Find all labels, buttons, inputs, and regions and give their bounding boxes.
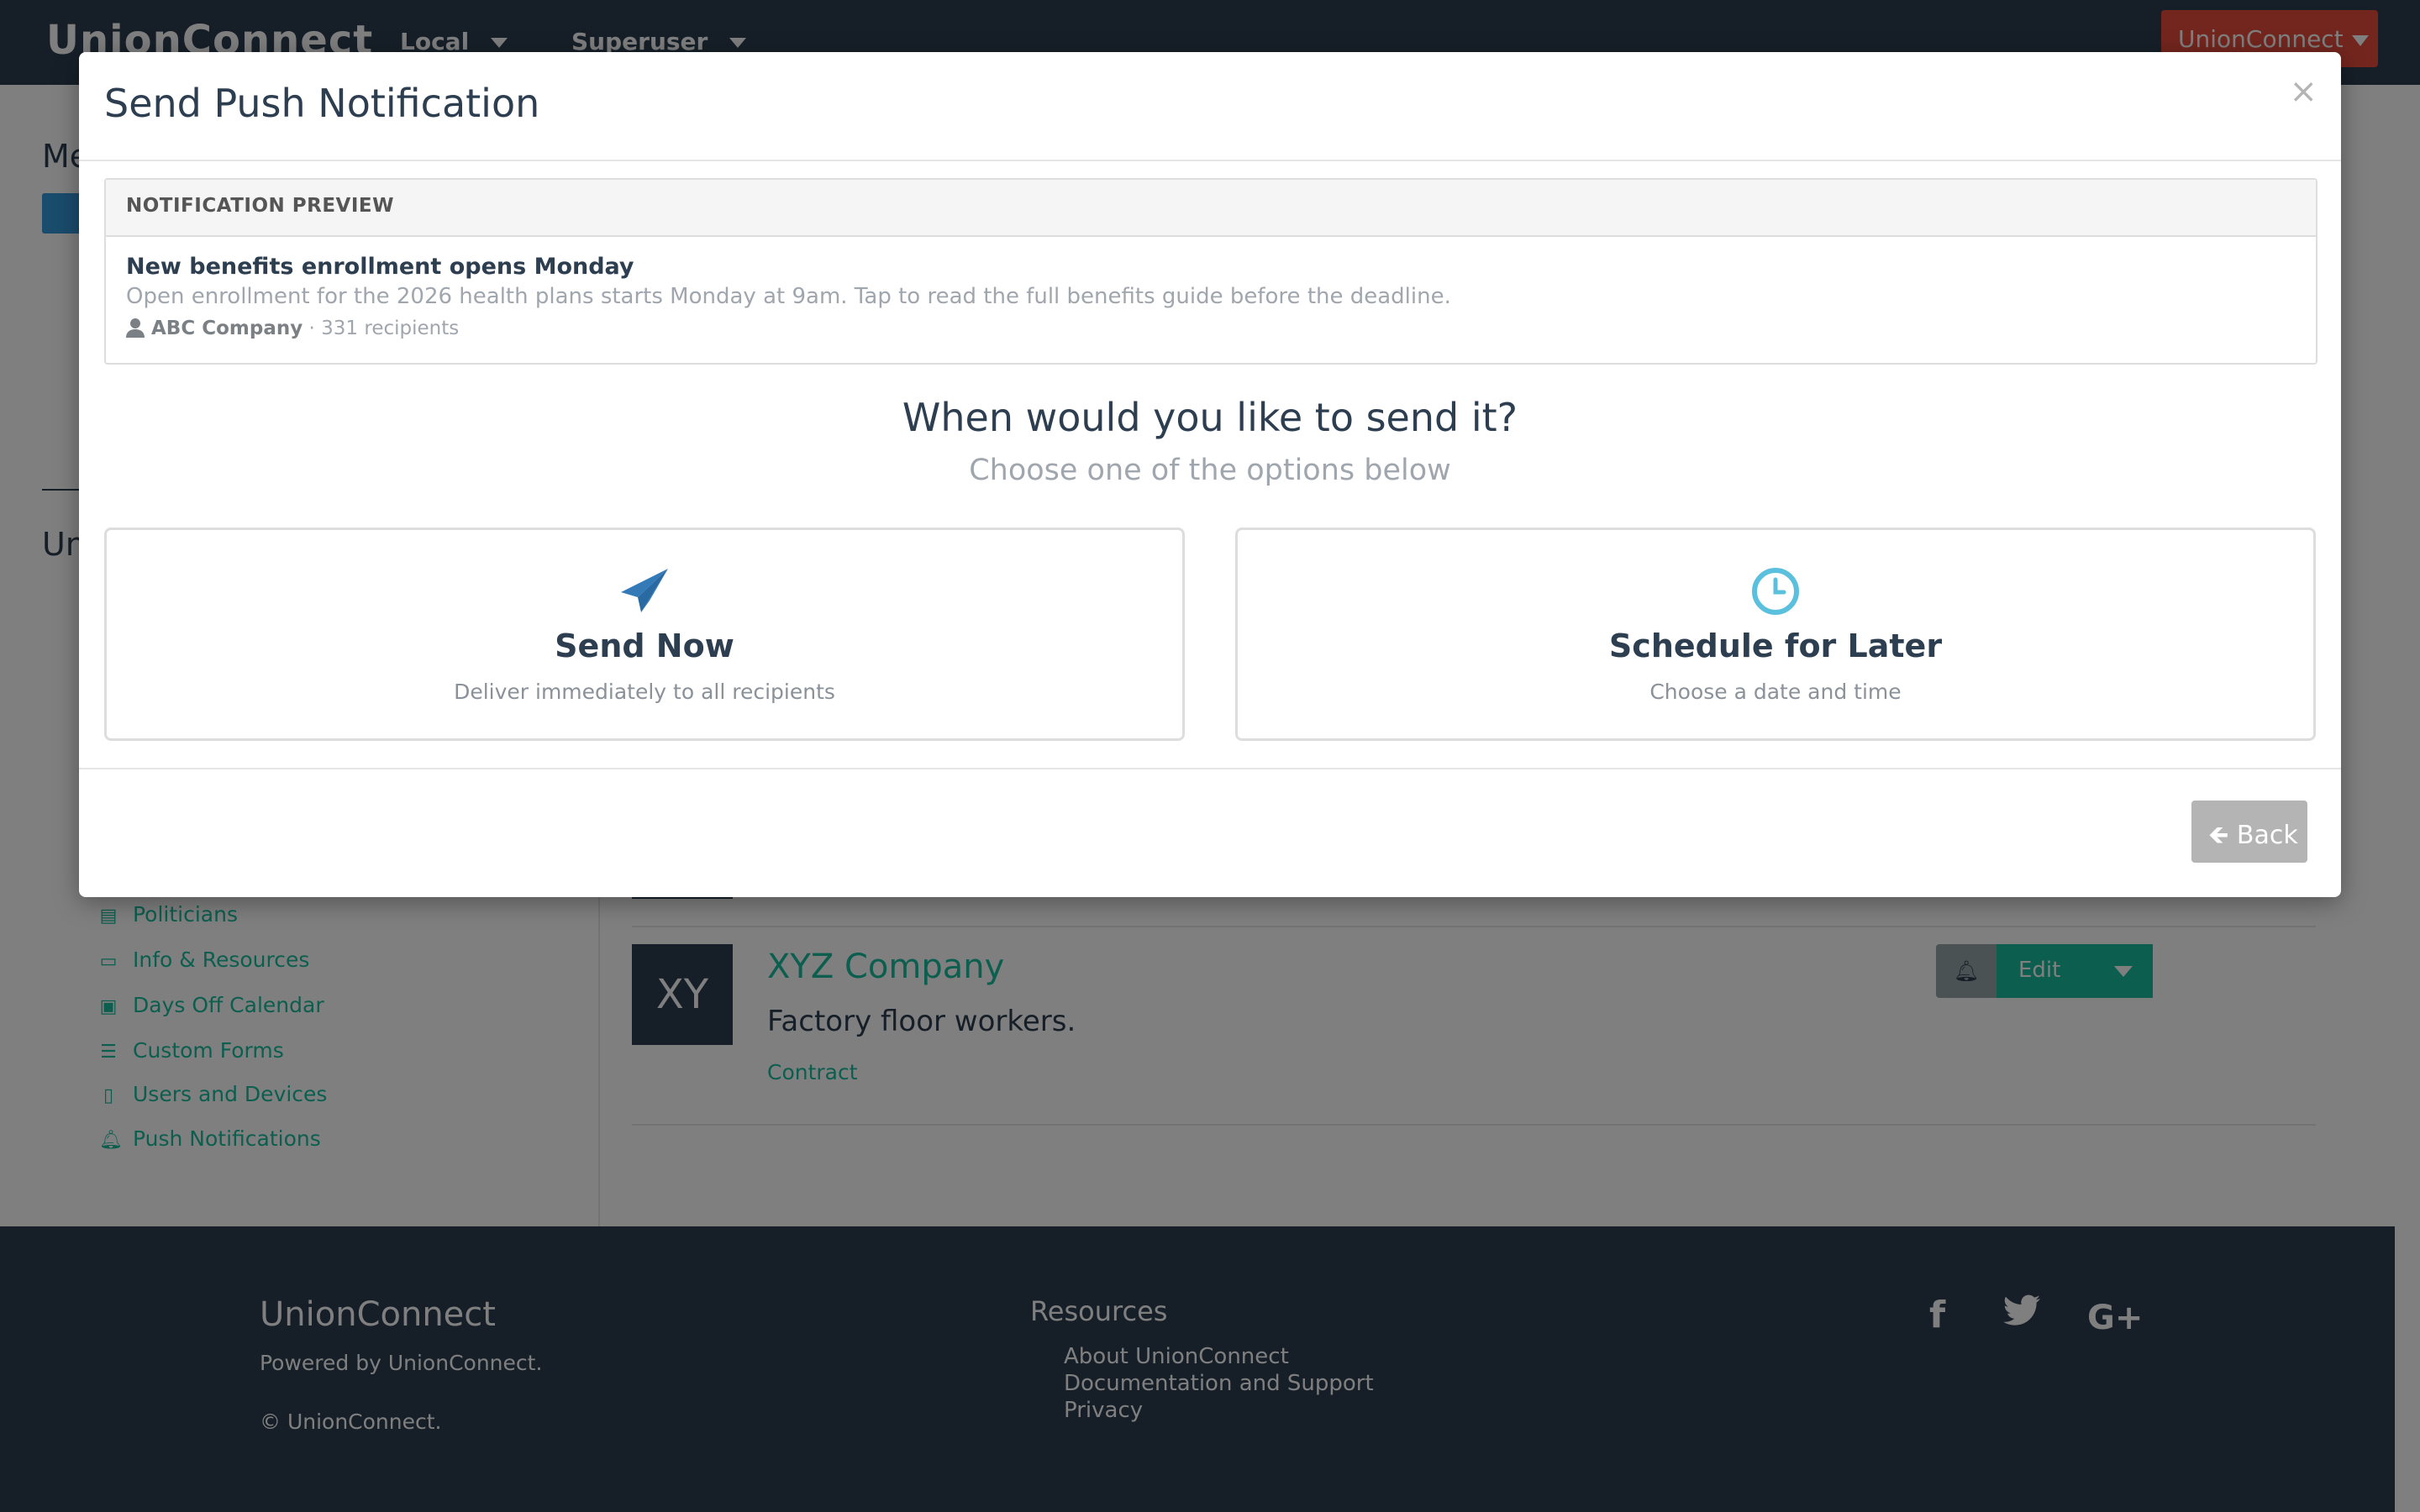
person-icon [126, 318, 145, 343]
notification-recipient-count: · 331 recipients [308, 318, 460, 339]
send-timing-question: When would you like to send it? [902, 395, 1518, 440]
send-now-label: Send Now [555, 627, 734, 664]
notification-preview-body: Open enrollment for the 2026 health plan… [126, 284, 1451, 309]
send-push-notification-modal: Send Push Notification × NOTIFICATION PR… [79, 52, 2341, 897]
back-button[interactable]: 🡸 Back [2191, 801, 2307, 863]
notification-preview-panel: NOTIFICATION PREVIEW New benefits enroll… [104, 178, 2317, 365]
send-now-option[interactable]: Send Now Deliver immediately to all reci… [104, 528, 1185, 741]
notification-preview-title: New benefits enrollment opens Monday [126, 254, 634, 280]
back-button-label: Back [2236, 821, 2298, 850]
close-icon[interactable]: × [2289, 72, 2317, 111]
notification-preview-header: NOTIFICATION PREVIEW [106, 180, 2316, 237]
send-now-description: Deliver immediately to all recipients [454, 680, 835, 704]
clock-icon [1238, 567, 2313, 617]
arrow-left-icon: 🡸 [2208, 821, 2237, 850]
send-timing-subtitle: Choose one of the options below [969, 454, 1451, 487]
notification-preview-audience: ABC Company · 331 recipients [126, 318, 459, 343]
schedule-later-option[interactable]: Schedule for Later Choose a date and tim… [1235, 528, 2316, 741]
paper-plane-icon [107, 567, 1182, 617]
notification-audience-name: ABC Company [151, 318, 303, 339]
modal-header-divider [79, 160, 2341, 161]
modal-title: Send Push Notification [104, 81, 540, 126]
schedule-later-description: Choose a date and time [1649, 680, 1902, 704]
modal-footer-divider [79, 768, 2341, 769]
schedule-later-label: Schedule for Later [1608, 627, 1943, 664]
